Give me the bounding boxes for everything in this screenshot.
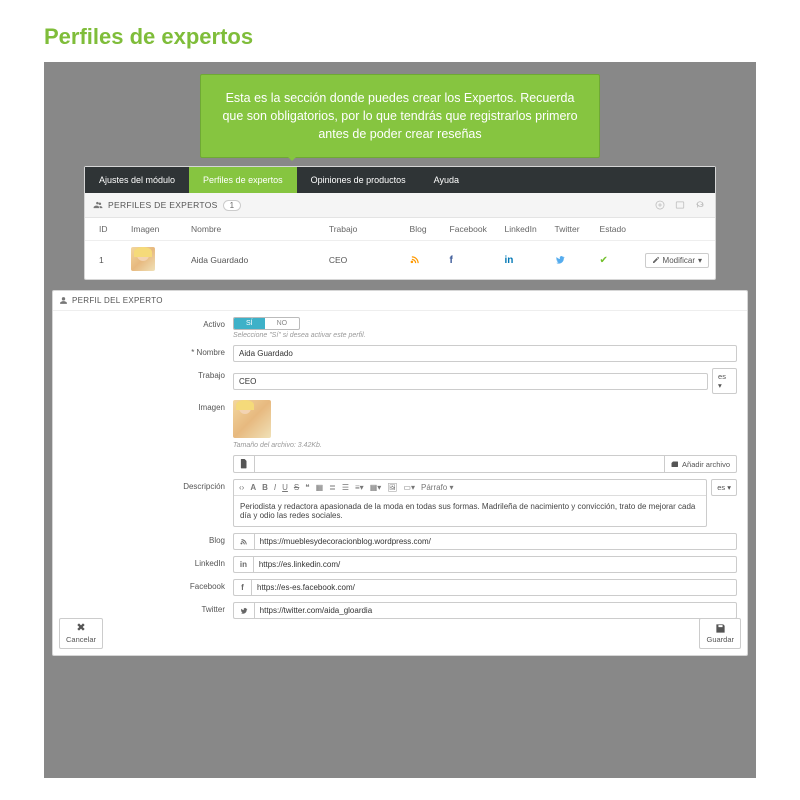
job-input[interactable] (233, 373, 708, 390)
color-icon[interactable]: ▦ (316, 483, 324, 492)
label-image: Imagen (63, 400, 233, 412)
label-description: Descripción (63, 479, 233, 491)
lang-selector-job[interactable]: es ▾ (712, 368, 737, 394)
align-icon[interactable]: ≡▾ (355, 483, 364, 492)
bold-icon[interactable]: A (250, 483, 256, 492)
experts-list-panel: Ajustes del módulo Perfiles de expertos … (84, 166, 716, 280)
rte-toolbar[interactable]: ‹› A B I U S ❝ ▦ ≣ ☰ ≡▾ ▦▾ 🖼 (234, 480, 706, 496)
col-blog: Blog (404, 218, 444, 241)
source-icon[interactable]: ‹› (239, 483, 244, 492)
linkedin-icon: in (505, 255, 514, 266)
col-linkedin: LinkedIn (499, 218, 549, 241)
active-toggle[interactable]: SÍ NO (233, 317, 300, 330)
label-active: Activo (63, 317, 233, 329)
table-row: 1 Aida Guardado CEO f in ✔ Modificar▾ (85, 241, 715, 280)
file-upload-bar: Añadir archivo (233, 455, 737, 473)
col-status: Estado (594, 218, 639, 241)
list-title: PERFILES DE EXPERTOS (108, 200, 218, 210)
cell-job: CEO (323, 241, 404, 280)
stage: Esta es la sección donde puedes crear lo… (44, 62, 756, 778)
tab-bar: Ajustes del módulo Perfiles de expertos … (85, 167, 715, 193)
label-job: Trabajo (63, 368, 233, 380)
strike-icon[interactable]: S (294, 483, 299, 492)
label-facebook: Facebook (63, 579, 233, 591)
col-facebook: Facebook (444, 218, 499, 241)
close-icon: ✖ (76, 623, 85, 634)
label-name: * Nombre (63, 345, 233, 357)
label-blog: Blog (63, 533, 233, 545)
linkedin-prefix-icon: in (233, 556, 253, 573)
label-twitter: Twitter (63, 602, 233, 614)
ul-icon[interactable]: ≣ (329, 483, 336, 492)
ol-icon[interactable]: ☰ (342, 483, 349, 492)
page-title: Perfiles de expertos (0, 0, 800, 62)
save-button[interactable]: Guardar (699, 618, 741, 649)
tab-module-settings[interactable]: Ajustes del módulo (85, 167, 189, 193)
image-preview (233, 400, 271, 438)
bold-b-icon[interactable]: B (262, 483, 268, 492)
italic-icon[interactable]: I (274, 483, 276, 492)
twitter-input[interactable] (254, 602, 737, 619)
modify-button[interactable]: Modificar▾ (645, 253, 709, 268)
check-icon: ✔ (600, 255, 608, 266)
name-input[interactable] (233, 345, 737, 362)
label-linkedin: LinkedIn (63, 556, 233, 568)
rich-text-editor[interactable]: ‹› A B I U S ❝ ▦ ≣ ☰ ≡▾ ▦▾ 🖼 (233, 479, 707, 527)
file-icon (234, 456, 255, 472)
list-header: PERFILES DE EXPERTOS 1 (85, 193, 715, 218)
group-icon (93, 200, 103, 210)
count-badge: 1 (223, 200, 242, 211)
save-icon (715, 623, 726, 634)
linkedin-input[interactable] (253, 556, 737, 573)
col-job: Trabajo (323, 218, 404, 241)
filesize-hint: Tamaño del archivo: 3.42Kb. (233, 442, 737, 449)
facebook-prefix-icon: f (233, 579, 251, 596)
refresh-icon[interactable] (673, 198, 687, 212)
tab-product-reviews[interactable]: Opiniones de productos (297, 167, 420, 193)
col-twitter: Twitter (549, 218, 594, 241)
facebook-input[interactable] (251, 579, 737, 596)
video-icon[interactable]: ▭▾ (403, 483, 415, 492)
facebook-icon: f (450, 255, 453, 266)
table-icon[interactable]: ▦▾ (370, 483, 382, 492)
add-file-button[interactable]: Añadir archivo (664, 456, 736, 472)
cell-name: Aida Guardado (185, 241, 323, 280)
active-hint: Seleccione "Sí" si desea activar este pe… (233, 332, 737, 339)
avatar (131, 247, 155, 271)
quote-icon[interactable]: ❝ (305, 483, 309, 492)
expert-form-panel: PERFIL DEL EXPERTO Activo SÍ NO Seleccio… (52, 290, 748, 656)
underline-icon[interactable]: U (282, 483, 288, 492)
col-image: Imagen (125, 218, 185, 241)
tab-expert-profiles[interactable]: Perfiles de expertos (189, 167, 297, 193)
description-text[interactable]: Periodista y redactora apasionada de la … (234, 496, 706, 526)
experts-table: ID Imagen Nombre Trabajo Blog Facebook L… (85, 218, 715, 279)
person-icon (59, 296, 68, 305)
col-name: Nombre (185, 218, 323, 241)
image-icon[interactable]: 🖼 (387, 483, 397, 492)
form-header: PERFIL DEL EXPERTO (53, 291, 747, 311)
font-select[interactable]: Párrafo ▾ (421, 483, 453, 492)
blog-input[interactable] (254, 533, 737, 550)
reload-icon[interactable] (693, 198, 707, 212)
cell-id: 1 (85, 241, 125, 280)
rss-prefix-icon (233, 533, 254, 550)
cancel-button[interactable]: ✖ Cancelar (59, 618, 103, 649)
twitter-prefix-icon (233, 602, 254, 619)
add-icon[interactable] (653, 198, 667, 212)
rss-icon (410, 255, 438, 265)
info-tooltip: Esta es la sección donde puedes crear lo… (200, 74, 600, 158)
col-id: ID (85, 218, 125, 241)
lang-selector-desc[interactable]: es ▾ (711, 479, 737, 496)
twitter-icon (555, 255, 588, 265)
tab-help[interactable]: Ayuda (420, 167, 473, 193)
